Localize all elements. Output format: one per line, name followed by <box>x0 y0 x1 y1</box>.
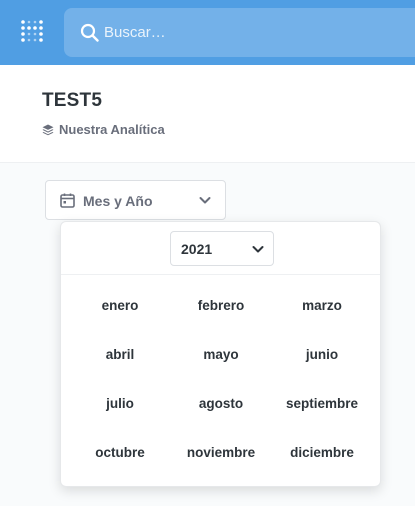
month-year-picker: 2021 enero febrero marzo abril mayo juni… <box>60 221 381 487</box>
top-navbar: Buscar… <box>0 0 415 65</box>
chevron-down-icon <box>199 197 211 204</box>
picker-header: 2021 <box>61 222 380 275</box>
month-cell[interactable]: junio <box>269 340 375 370</box>
month-cell[interactable]: marzo <box>269 291 375 321</box>
year-select[interactable]: 2021 <box>170 231 274 266</box>
chevron-down-icon <box>252 246 264 253</box>
logo-icon[interactable] <box>20 19 44 45</box>
month-cell[interactable]: julio <box>67 389 173 419</box>
page-header: TEST5 Nuestra Analítica <box>0 65 415 163</box>
month-cell[interactable]: noviembre <box>168 438 274 468</box>
collection-stack-icon <box>42 124 54 135</box>
search-bar[interactable]: Buscar… <box>64 8 415 57</box>
date-filter-button[interactable]: Mes y Año <box>45 180 226 220</box>
month-cell[interactable]: agosto <box>168 389 274 419</box>
month-cell[interactable]: abril <box>67 340 173 370</box>
month-cell[interactable]: septiembre <box>269 389 375 419</box>
month-cell[interactable]: mayo <box>168 340 274 370</box>
search-icon <box>80 23 99 42</box>
page-title: TEST5 <box>42 90 103 111</box>
date-filter-label: Mes y Año <box>83 193 153 209</box>
month-cell[interactable]: diciembre <box>269 438 375 468</box>
collection-link[interactable]: Nuestra Analítica <box>42 122 165 137</box>
month-cell[interactable]: octubre <box>67 438 173 468</box>
year-value: 2021 <box>181 241 213 257</box>
month-cell[interactable]: febrero <box>168 291 274 321</box>
search-input[interactable]: Buscar… <box>104 23 166 42</box>
month-cell[interactable]: enero <box>67 291 173 321</box>
calendar-icon <box>60 193 75 208</box>
collection-name: Nuestra Analítica <box>59 122 165 137</box>
